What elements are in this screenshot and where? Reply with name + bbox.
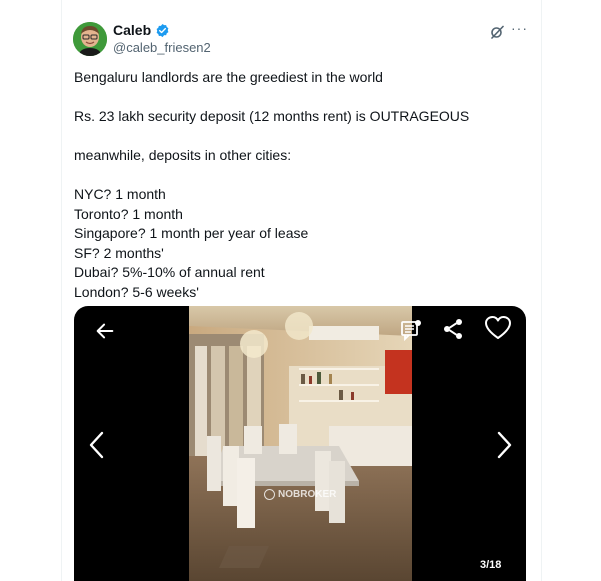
tweet-line: SF? 2 months': [74, 244, 164, 261]
chat-bubble-icon[interactable]: [399, 318, 423, 342]
media-counter: 3/18: [480, 559, 502, 571]
tweet-line: Bengaluru landlords are the greediest in…: [74, 69, 383, 85]
back-arrow-icon[interactable]: [94, 320, 116, 342]
next-chevron-icon[interactable]: [495, 431, 513, 459]
more-options-icon[interactable]: ···: [511, 20, 528, 36]
watermark-text: NOBROKER: [278, 489, 337, 500]
grok-icon[interactable]: [490, 25, 504, 39]
tweet-line: London? 5-6 weeks': [74, 283, 199, 300]
tweet-line: Toronto? 1 month: [74, 205, 183, 222]
watermark-logo-icon: [264, 489, 275, 500]
author-handle[interactable]: @caleb_friesen2: [113, 40, 211, 55]
apartment-photo[interactable]: [189, 306, 412, 581]
verified-badge-icon: [155, 23, 170, 38]
tweet-line: meanwhile, deposits in other cities:: [74, 147, 292, 163]
avatar[interactable]: [73, 22, 107, 56]
author-display-name[interactable]: Caleb: [113, 22, 151, 38]
author-name-row[interactable]: Caleb: [113, 22, 170, 38]
previous-chevron-icon[interactable]: [88, 431, 106, 459]
dining-room-image: [189, 306, 412, 581]
tweet-text: Bengaluru landlords are the greediest in…: [74, 68, 529, 302]
tweet-line: Singapore? 1 month per year of lease: [74, 225, 309, 241]
tweet-line: NYC? 1 month: [74, 186, 166, 202]
tweet-line: Rs. 23 lakh security deposit (12 months …: [74, 108, 470, 124]
heart-icon[interactable]: [484, 315, 512, 341]
tweet-line: Dubai? 5%-10% of annual rent: [74, 264, 265, 280]
media-viewer[interactable]: NOBROKER 3/18: [74, 306, 526, 581]
image-watermark: NOBROKER: [264, 489, 336, 500]
share-icon[interactable]: [441, 317, 465, 341]
timeline-border-left: [61, 0, 62, 581]
timeline-border-right: [541, 0, 542, 581]
person-avatar-icon: [73, 22, 107, 56]
